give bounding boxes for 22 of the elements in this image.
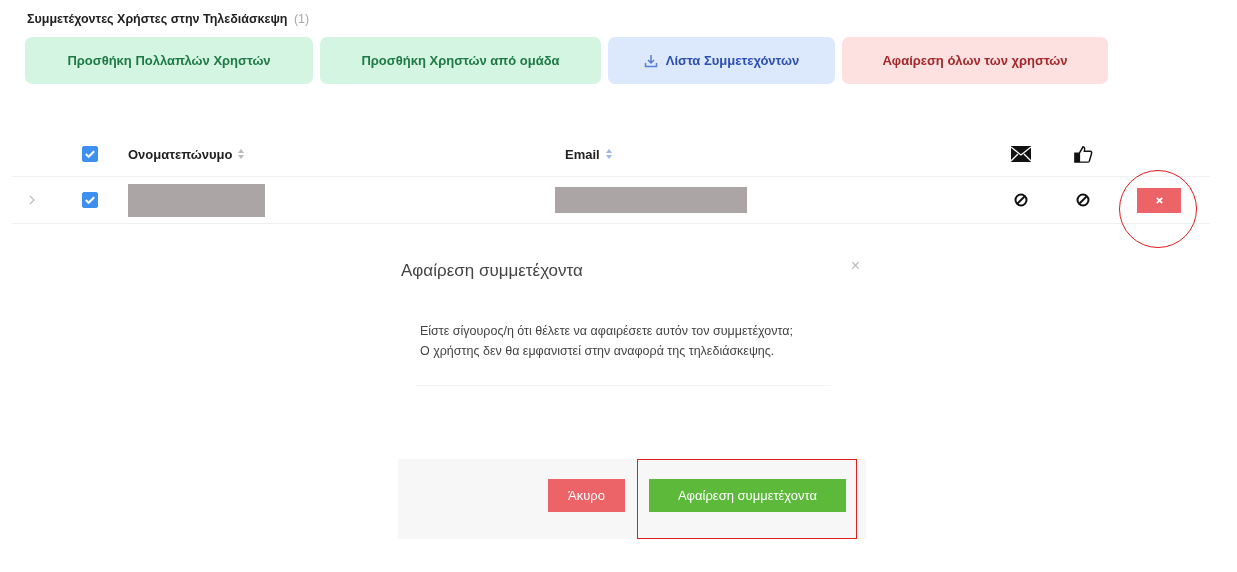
select-all-checkbox[interactable] <box>82 146 98 162</box>
dialog-message: Είστε σίγουρος/η ότι θέλετε να αφαιρέσετε αυτόν τον συμμετέχοντα; Ο χρήστης δεν θα εμφανιστεί στην αναφορά της τηλεδιάσκεψης. <box>416 321 831 386</box>
sort-icon[interactable] <box>238 149 245 159</box>
sort-icon[interactable] <box>605 149 612 159</box>
column-header[interactable]: Email <box>565 146 600 162</box>
dialog-button[interactable]: Αφαίρεση συμμετέχοντα <box>649 479 846 512</box>
thumbs-up-icon <box>1073 145 1093 163</box>
download-icon <box>643 53 658 68</box>
participant-count: (1) <box>293 12 310 26</box>
action-button[interactable]: Προσθήκη Πολλαπλών Χρηστών <box>25 37 313 84</box>
action-button[interactable]: Προσθήκη Χρηστών από ομάδα <box>320 37 601 84</box>
action-button[interactable]: Λίστα Συμμετεχόντων <box>608 37 835 84</box>
dialog-title: Αφαίρεση συμμετέχοντα <box>401 261 583 281</box>
delete-button[interactable] <box>1137 187 1181 213</box>
action-button[interactable]: Αφαίρεση όλων των χρηστών <box>842 37 1108 84</box>
dialog-button[interactable]: Άκυρο <box>548 479 625 512</box>
row-checkbox[interactable] <box>82 192 98 208</box>
envelope-icon <box>1011 145 1031 163</box>
close-icon <box>1154 195 1164 205</box>
column-header[interactable]: Ονοματεπώνυμο <box>128 146 233 162</box>
section-title: Συμμετέχοντες Χρήστες στην Τηλεδιάσκεψη <box>27 12 288 26</box>
expand-icon[interactable] <box>29 195 35 205</box>
